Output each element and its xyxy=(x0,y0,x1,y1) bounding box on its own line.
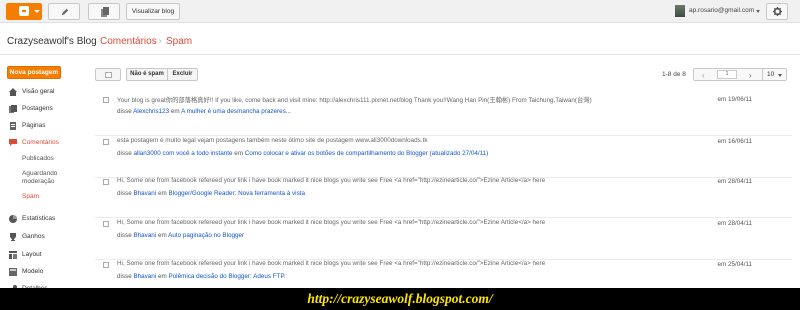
sidebar-item-label: Layout xyxy=(22,251,42,258)
comment-meta: disse Alexchris123 em A mulher é uma des… xyxy=(117,108,291,115)
results-range: 1-8 de 8 xyxy=(662,71,686,78)
comment-post-link[interactable]: Polêmica decisão do Blogger: Adeus FTP. xyxy=(168,273,285,280)
breadcrumb-separator: › xyxy=(159,38,162,45)
comment-checkbox[interactable] xyxy=(103,97,109,103)
pages-icon xyxy=(10,122,16,130)
comment-post-link[interactable]: Auto paginação no Blogger xyxy=(168,232,244,239)
comment-row: Your blog is great你的部落格真好!! If you like,… xyxy=(95,94,792,136)
sidebar-item-layout[interactable]: Layout xyxy=(0,250,90,261)
comments-icon xyxy=(9,139,17,146)
chevron-down-icon xyxy=(34,10,40,13)
sidebar-subitem-spam[interactable]: Spam xyxy=(22,193,39,201)
comment-text: Your blog is great你的部落格真好!! If you like,… xyxy=(117,97,592,104)
account-email[interactable]: ap.rosario@gmail.com xyxy=(689,7,754,14)
top-bar: Visualizar blog ap.rosario@gmail.com xyxy=(0,0,800,23)
pencil-icon xyxy=(61,8,69,16)
comment-meta: disse Bhavani em Polêmica decisão do Blo… xyxy=(117,273,286,280)
comment-date: em 28/04/11 xyxy=(717,220,752,227)
comment-author-link[interactable]: Bhavani xyxy=(133,273,156,280)
new-post-icon-button[interactable] xyxy=(48,3,80,20)
comment-row: Hi, Some one from facebook refereed your… xyxy=(95,176,792,218)
sidebar-item-earnings[interactable]: Ganhos xyxy=(0,232,90,243)
posts-icon xyxy=(9,105,17,113)
documents-icon xyxy=(101,7,109,17)
comment-checkbox[interactable] xyxy=(103,262,109,268)
sidebar-item-label: Modelo xyxy=(22,268,44,275)
not-spam-button[interactable]: Não é spam xyxy=(126,68,168,81)
comment-date: em 28/04/11 xyxy=(717,178,752,185)
blogger-logo-icon xyxy=(19,6,29,16)
comment-post-link[interactable]: Como colocar e ativar os botões de compa… xyxy=(245,150,489,157)
select-all-checkbox[interactable] xyxy=(95,68,121,81)
sidebar-item-label: Comentários xyxy=(22,139,59,146)
blog-title[interactable]: Crazyseawolf's Blog xyxy=(7,36,97,47)
checkbox-icon xyxy=(105,72,112,78)
watermark-url: http://crazyseawolf.blogspot.com/ xyxy=(307,291,493,306)
next-page-button[interactable]: › xyxy=(749,71,752,80)
sidebar-subitem-published[interactable]: Publicados xyxy=(22,155,54,163)
comment-text: esta postagem é muito legal vejam postag… xyxy=(117,137,428,144)
comment-row: esta postagem é muito legal vejam postag… xyxy=(95,136,792,178)
sidebar-item-pages[interactable]: Páginas xyxy=(0,121,90,132)
breadcrumb-spam: Spam xyxy=(166,36,193,47)
view-blog-button[interactable]: Visualizar blog xyxy=(126,3,180,20)
template-icon xyxy=(9,268,17,276)
comment-author-link[interactable]: allan3000 com você a todo instante xyxy=(133,150,232,157)
sidebar-item-posts[interactable]: Postagens xyxy=(0,104,90,115)
comment-checkbox[interactable] xyxy=(103,179,109,185)
sidebar-item-overview[interactable]: Visão geral xyxy=(0,87,90,98)
posts-list-button[interactable] xyxy=(88,3,120,20)
comment-meta: disse Bhavani em Auto paginação no Blogg… xyxy=(117,232,245,239)
gear-icon xyxy=(773,7,782,16)
comment-post-link[interactable]: Blogger/Google Reader: Nova ferramenta à… xyxy=(168,190,305,197)
pagination: ‹ 1 › xyxy=(693,68,766,81)
blogger-logo-button[interactable] xyxy=(6,3,42,20)
breadcrumb-comments[interactable]: Comentários xyxy=(100,36,157,47)
layout-icon xyxy=(9,251,17,259)
comment-meta: disse Bhavani em Blogger/Google Reader: … xyxy=(117,190,305,197)
comment-date: em 25/04/11 xyxy=(717,261,752,268)
sidebar-item-label: Ganhos xyxy=(22,233,45,240)
sidebar-item-template[interactable]: Modelo xyxy=(0,267,90,278)
avatar[interactable] xyxy=(675,5,685,17)
comment-date: em 16/06/11 xyxy=(717,138,752,145)
sidebar-item-label: Postagens xyxy=(22,105,53,112)
chevron-down-icon[interactable] xyxy=(756,10,760,13)
trophy-icon xyxy=(10,233,16,241)
comment-author-link[interactable]: Alexchris123 xyxy=(133,108,169,115)
stats-icon xyxy=(9,215,17,223)
comment-date: em 19/06/11 xyxy=(717,96,752,103)
comment-author-link[interactable]: Bhavani xyxy=(133,190,156,197)
comment-row: Hi, Some one from facebook refereed your… xyxy=(95,218,792,260)
comment-author-link[interactable]: Bhavani xyxy=(133,232,156,239)
comment-text: Hi, Some one from facebook refereed your… xyxy=(117,260,546,267)
comment-text: Hi, Some one from facebook refereed your… xyxy=(117,177,546,184)
sidebar-item-label: Estatísticas xyxy=(22,215,56,222)
per-page-select[interactable]: 10 xyxy=(762,68,787,81)
comment-row: Hi, Some one from facebook refereed your… xyxy=(95,259,792,288)
sidebar-item-stats[interactable]: Estatísticas xyxy=(0,214,90,225)
comment-meta: disse allan3000 com você a todo instante… xyxy=(117,150,489,157)
new-post-button[interactable]: Nova postagem xyxy=(7,66,61,79)
page-select[interactable]: 1 xyxy=(717,70,737,79)
sidebar-item-comments[interactable]: Comentários xyxy=(0,138,90,149)
breadcrumb-separator: › xyxy=(91,38,94,45)
sidebar-item-label: Páginas xyxy=(22,122,46,129)
comment-checkbox[interactable] xyxy=(103,221,109,227)
sidebar-item-label: Visão geral xyxy=(22,88,55,95)
page-header: Crazyseawolf's Blog › Comentários › Spam xyxy=(0,24,800,55)
comment-post-link[interactable]: A mulher é uma desmancha prazeres... xyxy=(181,108,291,115)
comment-text: Hi, Some one from facebook refereed your… xyxy=(117,219,546,226)
watermark-banner: http://crazyseawolf.blogspot.com/ xyxy=(0,288,800,310)
sidebar-subitem-awaiting-moderation[interactable]: Aguardando moderação xyxy=(22,170,72,186)
delete-button[interactable]: Excluir xyxy=(167,68,198,81)
home-icon xyxy=(9,88,17,96)
previous-page-button[interactable]: ‹ xyxy=(702,71,705,80)
settings-button[interactable] xyxy=(766,3,788,20)
comment-checkbox[interactable] xyxy=(103,139,109,145)
